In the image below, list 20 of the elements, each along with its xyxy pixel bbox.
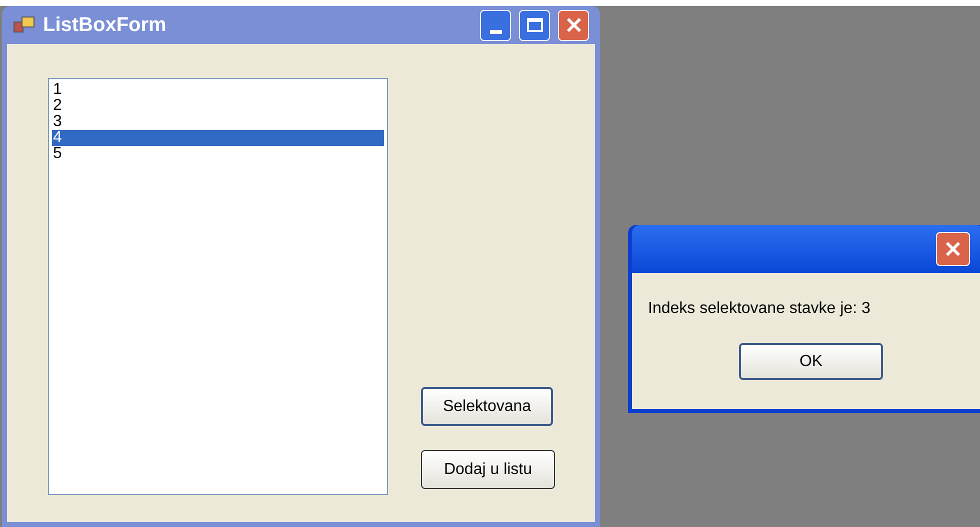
list-box[interactable]: 1 2 3 4 5 (48, 78, 388, 495)
window-title: ListBoxForm (43, 13, 168, 38)
list-item[interactable]: 3 (52, 114, 384, 130)
maximize-button[interactable] (519, 10, 550, 40)
app-icon (13, 16, 35, 34)
minimize-icon (490, 30, 502, 34)
close-button[interactable] (936, 232, 970, 266)
list-item[interactable]: 2 (52, 98, 384, 114)
close-icon (945, 241, 961, 257)
maximize-icon (526, 18, 542, 32)
form-button[interactable]: Selektovana (421, 387, 553, 426)
list-item[interactable]: 1 (52, 82, 384, 98)
message-text: Indeks selektovane stavke je: 3 (648, 299, 870, 319)
close-icon (566, 17, 582, 33)
ok-button[interactable]: OK (739, 343, 883, 380)
close-button[interactable] (558, 10, 589, 40)
form-button[interactable]: Dodaj u listu (421, 450, 555, 489)
list-item[interactable]: 4 (52, 130, 384, 146)
minimize-button[interactable] (480, 10, 511, 40)
list-item[interactable]: 5 (52, 146, 384, 162)
